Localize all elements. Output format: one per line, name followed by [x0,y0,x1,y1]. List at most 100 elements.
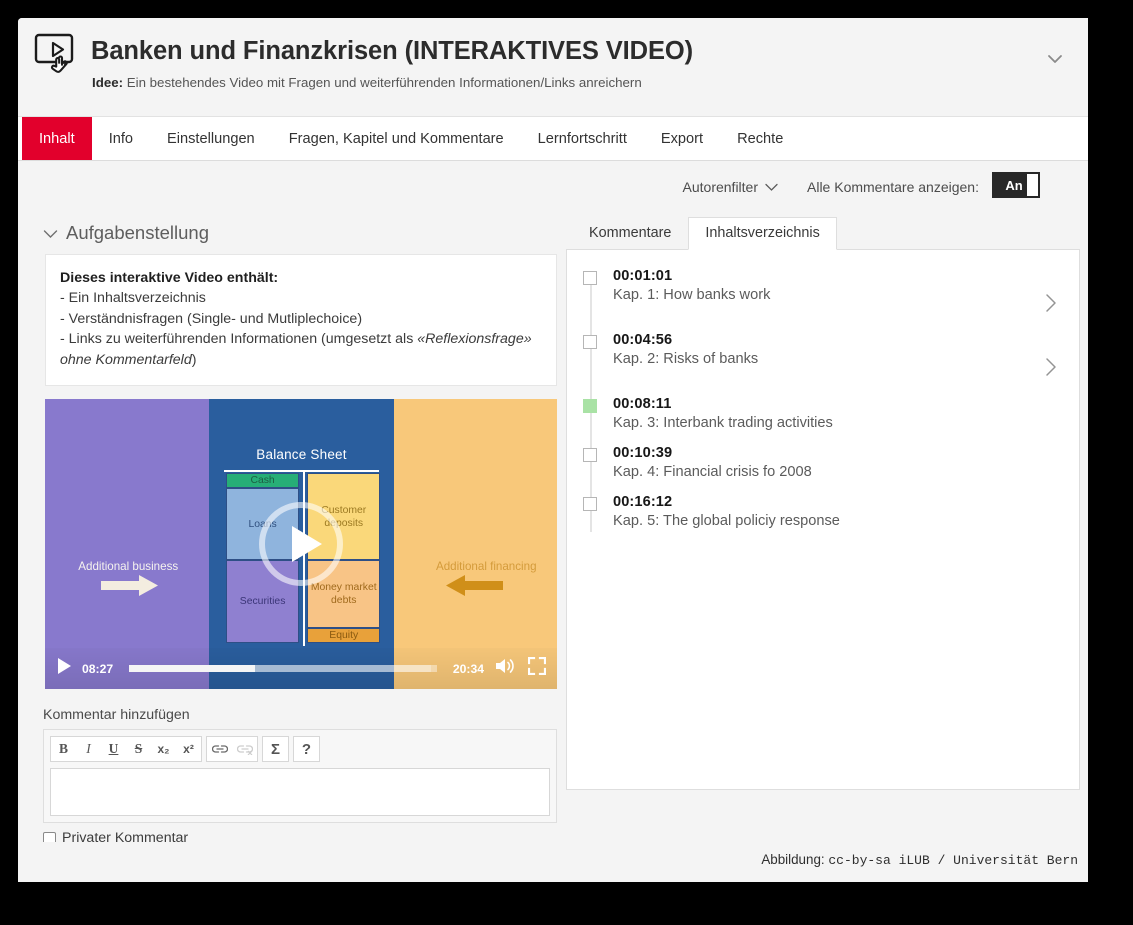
underline-button[interactable]: U [101,737,126,761]
additional-financing-label: Additional financing [435,560,537,574]
toggle-knob [1027,174,1038,196]
comment-editor: B I U S x₂ x² Σ ? [43,729,557,824]
additional-business-label: Additional business [78,560,179,574]
chapter-texts: 00:04:56 Kap. 2: Risks of banks [613,332,1045,367]
left-column: Aufgabenstellung Dieses interaktive Vide… [27,217,567,869]
current-time: 08:27 [82,661,114,676]
chevron-down-icon [765,179,778,195]
figure-caption-text: cc-by-sa iLUB / Universität Bern [828,853,1078,868]
interactive-video-icon [32,30,84,80]
video-band-right [394,399,557,690]
author-filter-label: Autorenfilter [682,179,758,195]
superscript-button[interactable]: x² [176,737,201,761]
task-accordion-header[interactable]: Aufgabenstellung [27,217,567,249]
progress-played [129,665,256,673]
tab-kommentare[interactable]: Kommentare [572,217,688,250]
italic-button[interactable]: I [76,737,101,761]
task-line-1: - Ein Inhaltsverzeichnis [60,290,206,307]
tab-export[interactable]: Export [644,117,720,160]
chapter-texts: 00:01:01 Kap. 1: How banks work [613,268,1045,303]
list-item[interactable]: 00:04:56 Kap. 2: Risks of banks [577,332,1079,396]
task-line-3-prefix: - Links zu weiterführenden Informationen… [60,331,418,348]
figure-caption-label: Abbildung: [761,852,825,867]
subscript-button[interactable]: x₂ [151,737,176,761]
task-heading: Dieses interaktive Video enthält: [60,270,279,286]
task-description-box: Dieses interaktive Video enthält: - Ein … [45,254,557,387]
chapter-marker-checkbox[interactable] [583,335,597,349]
main-tabbar: Inhalt Info Einstellungen Fragen, Kapite… [18,117,1088,161]
list-item[interactable]: 00:16:12 Kap. 5: The global policiy resp… [577,494,1079,543]
chapter-texts: 00:08:11 Kap. 3: Interbank trading activ… [613,396,1045,431]
chevron-right-icon[interactable] [1045,357,1063,382]
chapter-title: Kap. 4: Financial crisis fo 2008 [613,464,812,480]
editor-help-group: ? [293,736,320,763]
editor-toolbar: B I U S x₂ x² Σ ? [50,736,550,763]
list-item[interactable]: 00:10:39 Kap. 4: Financial crisis fo 200… [577,445,1079,494]
task-line-2: - Verständnisfragen (Single- und Mutlipl… [60,310,363,327]
page-footer: Abbildung: cc-by-sa iLUB / Universität B… [18,842,1088,882]
chapter-marker-checkbox[interactable] [583,399,597,413]
page-subtitle-text: Ein bestehendes Video mit Fragen und wei… [126,75,642,90]
special-character-button[interactable]: Σ [263,737,288,761]
link-icon[interactable] [207,737,232,761]
video-player[interactable]: Balance Sheet Cash Loans Securities Cust… [45,399,557,690]
chevron-right-icon[interactable] [1045,293,1063,318]
tab-einstellungen[interactable]: Einstellungen [150,117,272,160]
content-body: Aufgabenstellung Dieses interaktive Vide… [18,217,1088,869]
chapter-time: 00:08:11 [613,396,672,412]
page-subtitle-label: Idee: [92,75,124,90]
tab-lernfortschritt[interactable]: Lernfortschritt [521,117,644,160]
list-item[interactable]: 00:08:11 Kap. 3: Interbank trading activ… [577,396,1079,445]
chapter-marker-checkbox[interactable] [583,271,597,285]
volume-icon[interactable] [494,657,516,680]
right-panel-tabbar: Kommentare Inhaltsverzeichnis [566,217,1080,250]
play-icon[interactable] [56,657,72,680]
chapter-marker-checkbox[interactable] [583,448,597,462]
filter-bar: Autorenfilter Alle Kommentare anzeigen: … [18,161,1088,217]
tab-fragen-kapitel-kommentare[interactable]: Fragen, Kapitel und Kommentare [272,117,521,160]
comment-textarea[interactable] [50,768,550,817]
chapter-title: Kap. 2: Risks of banks [613,351,759,367]
page-subtitle: Idee: Ein bestehendes Video mit Fragen u… [92,75,642,90]
progress-bar[interactable] [129,665,437,673]
fullscreen-icon[interactable] [527,657,547,680]
task-line-3: - Links zu weiterführenden Informationen… [60,329,542,370]
tab-inhalt[interactable]: Inhalt [22,117,92,160]
chapter-texts: 00:16:12 Kap. 5: The global policiy resp… [613,494,1045,529]
balance-sheet-rule [224,470,380,472]
right-column: Kommentare Inhaltsverzeichnis 00:01:01 K… [566,217,1080,790]
chevron-down-icon[interactable] [1040,44,1070,74]
tab-inhaltsverzeichnis[interactable]: Inhaltsverzeichnis [688,217,837,250]
help-button[interactable]: ? [294,737,319,761]
author-filter-dropdown[interactable]: Autorenfilter [683,179,778,195]
list-item[interactable]: 00:01:01 Kap. 1: How banks work [577,268,1079,332]
chapter-marker-checkbox[interactable] [583,497,597,511]
add-comment-label: Kommentar hinzufügen [43,707,190,724]
editor-symbol-group: Σ [262,736,289,763]
task-line-3-suffix: ) [191,351,197,368]
figure-caption: Abbildung: cc-by-sa iLUB / Universität B… [761,852,1078,868]
chapter-time: 00:10:39 [613,445,673,461]
arrow-left-icon [445,575,504,597]
chapter-time: 00:16:12 [613,494,673,510]
total-time: 20:34 [452,661,484,676]
chevron-down-icon [43,222,58,244]
chapter-texts: 00:10:39 Kap. 4: Financial crisis fo 200… [613,445,1045,480]
show-all-comments-label: Alle Kommentare anzeigen: [807,179,979,195]
tab-info[interactable]: Info [92,117,150,160]
toggle-value: An [1005,177,1023,193]
strikethrough-button[interactable]: S [126,737,151,761]
show-all-comments-toggle[interactable]: An [992,172,1040,198]
play-overlay-button[interactable] [258,501,344,587]
chapter-time: 00:04:56 [613,332,673,348]
editor-format-group: B I U S x₂ x² [50,736,202,763]
tab-rechte[interactable]: Rechte [720,117,800,160]
unlink-icon[interactable] [232,737,257,761]
bold-button[interactable]: B [51,737,76,761]
page-title: Banken und Finanzkrisen (INTERAKTIVES VI… [91,37,694,65]
task-accordion-title: Aufgabenstellung [66,222,209,243]
chapter-time: 00:01:01 [613,268,673,284]
video-band-left [45,399,209,690]
liability-equity: Equity [307,628,381,644]
table-of-contents-panel: 00:01:01 Kap. 1: How banks work 00:04:56 [566,249,1080,790]
